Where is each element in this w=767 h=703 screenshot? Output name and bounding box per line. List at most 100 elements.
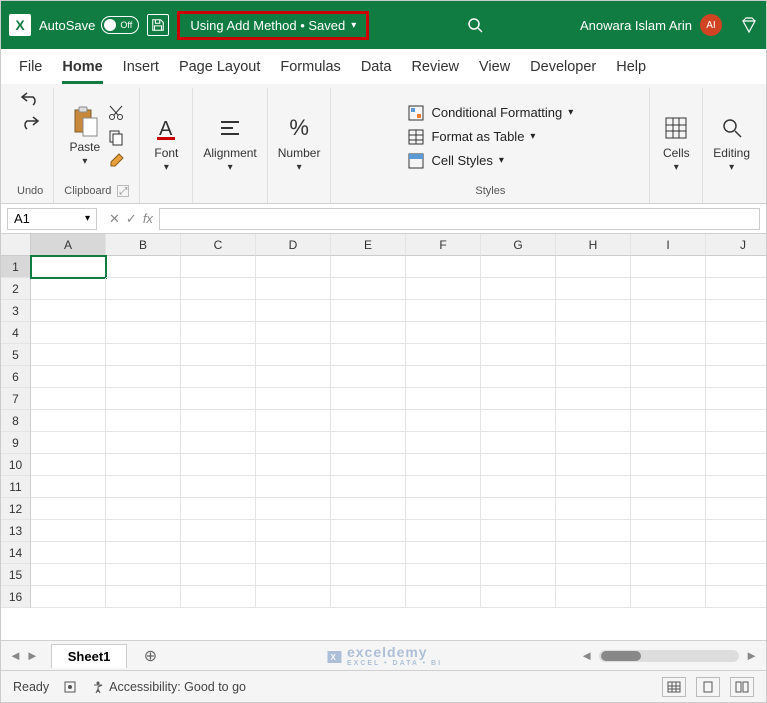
format-painter-button[interactable] — [107, 152, 125, 170]
macro-record-icon[interactable] — [63, 680, 77, 694]
cell-F12[interactable] — [406, 498, 481, 520]
cell-A11[interactable] — [31, 476, 106, 498]
column-header-J[interactable]: J — [706, 234, 766, 256]
redo-button[interactable] — [19, 114, 41, 130]
row-header-10[interactable]: 10 — [1, 454, 31, 476]
cell-F9[interactable] — [406, 432, 481, 454]
tab-view[interactable]: View — [479, 55, 510, 84]
sheet-nav-next[interactable]: ► — [26, 648, 39, 663]
cell-A5[interactable] — [31, 344, 106, 366]
cell-H12[interactable] — [556, 498, 631, 520]
cell-G5[interactable] — [481, 344, 556, 366]
cell-D5[interactable] — [256, 344, 331, 366]
cell-D10[interactable] — [256, 454, 331, 476]
cell-D12[interactable] — [256, 498, 331, 520]
cell-C5[interactable] — [181, 344, 256, 366]
cell-E3[interactable] — [331, 300, 406, 322]
cell-A3[interactable] — [31, 300, 106, 322]
cell-B13[interactable] — [106, 520, 181, 542]
cell-E14[interactable] — [331, 542, 406, 564]
cell-C3[interactable] — [181, 300, 256, 322]
cell-B14[interactable] — [106, 542, 181, 564]
cell-B11[interactable] — [106, 476, 181, 498]
cell-J11[interactable] — [706, 476, 766, 498]
cell-A8[interactable] — [31, 410, 106, 432]
cell-A15[interactable] — [31, 564, 106, 586]
cell-B5[interactable] — [106, 344, 181, 366]
autosave-toggle[interactable]: AutoSave Off — [39, 16, 139, 34]
cell-A2[interactable] — [31, 278, 106, 300]
row-header-4[interactable]: 4 — [1, 322, 31, 344]
cell-G11[interactable] — [481, 476, 556, 498]
cell-A12[interactable] — [31, 498, 106, 520]
cell-D15[interactable] — [256, 564, 331, 586]
row-header-11[interactable]: 11 — [1, 476, 31, 498]
cell-J8[interactable] — [706, 410, 766, 432]
cell-J16[interactable] — [706, 586, 766, 608]
cell-C7[interactable] — [181, 388, 256, 410]
row-header-1[interactable]: 1 — [1, 256, 31, 278]
cell-C13[interactable] — [181, 520, 256, 542]
cell-F1[interactable] — [406, 256, 481, 278]
cell-G14[interactable] — [481, 542, 556, 564]
cell-F4[interactable] — [406, 322, 481, 344]
format-as-table-button[interactable]: Format as Table▾ — [407, 128, 573, 146]
page-layout-view-button[interactable] — [696, 677, 720, 697]
clipboard-dialog-launcher[interactable]: ⤢ — [117, 185, 129, 197]
tab-file[interactable]: File — [19, 55, 42, 84]
cell-G10[interactable] — [481, 454, 556, 476]
cell-H8[interactable] — [556, 410, 631, 432]
cell-D13[interactable] — [256, 520, 331, 542]
cell-E2[interactable] — [331, 278, 406, 300]
undo-button[interactable] — [19, 90, 41, 106]
cell-B6[interactable] — [106, 366, 181, 388]
cell-G9[interactable] — [481, 432, 556, 454]
cell-B12[interactable] — [106, 498, 181, 520]
cell-J9[interactable] — [706, 432, 766, 454]
accessibility-status[interactable]: Accessibility: Good to go — [91, 680, 246, 694]
cell-F3[interactable] — [406, 300, 481, 322]
cell-C12[interactable] — [181, 498, 256, 520]
tab-help[interactable]: Help — [616, 55, 646, 84]
row-header-12[interactable]: 12 — [1, 498, 31, 520]
horizontal-scrollbar[interactable] — [599, 650, 739, 662]
normal-view-button[interactable] — [662, 677, 686, 697]
row-header-15[interactable]: 15 — [1, 564, 31, 586]
alignment-dropdown[interactable]: Alignment ▾ — [203, 112, 256, 173]
sheet-tab-sheet1[interactable]: Sheet1 — [51, 644, 128, 668]
cut-button[interactable] — [107, 104, 125, 122]
cell-F10[interactable] — [406, 454, 481, 476]
cell-F6[interactable] — [406, 366, 481, 388]
cell-E5[interactable] — [331, 344, 406, 366]
cell-E12[interactable] — [331, 498, 406, 520]
font-dropdown[interactable]: A Font ▾ — [150, 112, 182, 173]
cell-D2[interactable] — [256, 278, 331, 300]
cell-D16[interactable] — [256, 586, 331, 608]
cell-E8[interactable] — [331, 410, 406, 432]
cell-F16[interactable] — [406, 586, 481, 608]
cell-I1[interactable] — [631, 256, 706, 278]
fx-button[interactable]: fx — [143, 211, 153, 226]
row-header-3[interactable]: 3 — [1, 300, 31, 322]
cell-J7[interactable] — [706, 388, 766, 410]
cell-I4[interactable] — [631, 322, 706, 344]
cell-C16[interactable] — [181, 586, 256, 608]
cell-B15[interactable] — [106, 564, 181, 586]
user-account[interactable]: Anowara Islam Arin AI — [580, 14, 722, 36]
cell-F14[interactable] — [406, 542, 481, 564]
cell-A9[interactable] — [31, 432, 106, 454]
cell-D3[interactable] — [256, 300, 331, 322]
name-box[interactable]: A1 ▾ — [7, 208, 97, 230]
cell-styles-button[interactable]: Cell Styles▾ — [407, 152, 573, 170]
file-title-dropdown[interactable]: Using Add Method • Saved ▾ — [177, 11, 369, 40]
accept-formula-button[interactable]: ✓ — [126, 211, 137, 227]
row-header-13[interactable]: 13 — [1, 520, 31, 542]
cell-C14[interactable] — [181, 542, 256, 564]
tab-insert[interactable]: Insert — [123, 55, 159, 84]
diamond-icon[interactable] — [740, 16, 758, 34]
cell-D8[interactable] — [256, 410, 331, 432]
cell-E7[interactable] — [331, 388, 406, 410]
cell-D7[interactable] — [256, 388, 331, 410]
cell-F13[interactable] — [406, 520, 481, 542]
cell-H1[interactable] — [556, 256, 631, 278]
